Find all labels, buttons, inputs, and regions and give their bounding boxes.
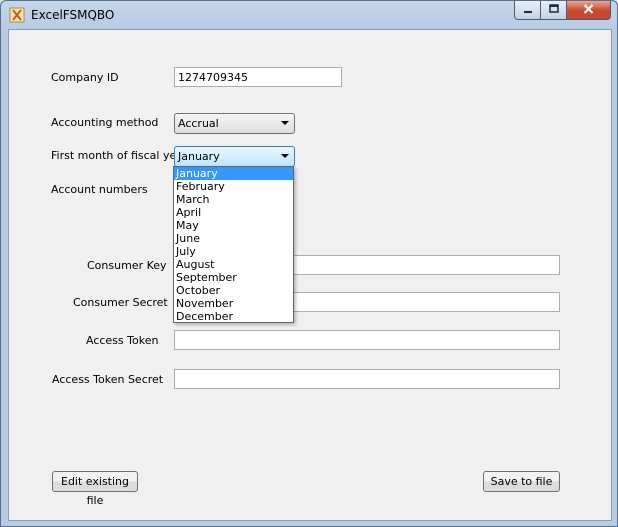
dropdown-option-march[interactable]: March (174, 193, 293, 206)
close-button[interactable] (567, 1, 611, 20)
access-token-input[interactable] (174, 330, 560, 350)
window-title: ExcelFSMQBO (31, 8, 115, 22)
dropdown-option-july[interactable]: July (174, 245, 293, 258)
fiscal-month-label: First month of fiscal year (51, 149, 188, 162)
minimize-button[interactable] (514, 1, 541, 20)
maximize-icon (548, 3, 559, 17)
dropdown-option-february[interactable]: February (174, 180, 293, 193)
access-token-secret-input[interactable] (174, 369, 560, 389)
title-bar[interactable]: ExcelFSMQBO (1, 1, 617, 29)
fiscal-month-value: January (178, 150, 220, 163)
window-controls (514, 1, 611, 21)
consumer-secret-label: Consumer Secret (73, 296, 168, 309)
maximize-button[interactable] (541, 1, 567, 20)
account-numbers-label: Account numbers (51, 183, 148, 196)
company-id-label: Company ID (51, 71, 119, 84)
dropdown-option-january[interactable]: January (174, 167, 293, 180)
dropdown-option-november[interactable]: November (174, 297, 293, 310)
app-icon (9, 7, 25, 23)
company-id-input[interactable] (174, 67, 342, 87)
minimize-icon (523, 4, 533, 17)
dropdown-option-october[interactable]: October (174, 284, 293, 297)
dropdown-option-september[interactable]: September (174, 271, 293, 284)
close-icon (583, 3, 594, 17)
access-token-label: Access Token (86, 334, 159, 347)
dropdown-option-december[interactable]: December (174, 310, 293, 323)
chevron-down-icon (281, 154, 289, 158)
accounting-method-value: Accrual (178, 117, 219, 130)
dropdown-option-april[interactable]: April (174, 206, 293, 219)
dropdown-option-june[interactable]: June (174, 232, 293, 245)
accounting-method-label: Accounting method (51, 116, 159, 129)
app-window: ExcelFSMQBO Company ID Accounting method (0, 0, 618, 527)
fiscal-month-select[interactable]: January (174, 146, 295, 167)
edit-existing-file-button[interactable]: Edit existing file (52, 471, 138, 507)
save-to-file-button[interactable]: Save to file (483, 471, 560, 492)
accounting-method-select[interactable]: Accrual (174, 113, 295, 134)
consumer-key-label: Consumer Key (87, 259, 167, 272)
dropdown-option-may[interactable]: May (174, 219, 293, 232)
chevron-down-icon (281, 121, 289, 125)
form-body: Company ID Accounting method Accrual Fir… (8, 29, 612, 521)
access-token-secret-label: Access Token Secret (52, 373, 164, 386)
dropdown-option-august[interactable]: August (174, 258, 293, 271)
fiscal-month-dropdown-list: January February March April May June Ju… (173, 166, 294, 323)
